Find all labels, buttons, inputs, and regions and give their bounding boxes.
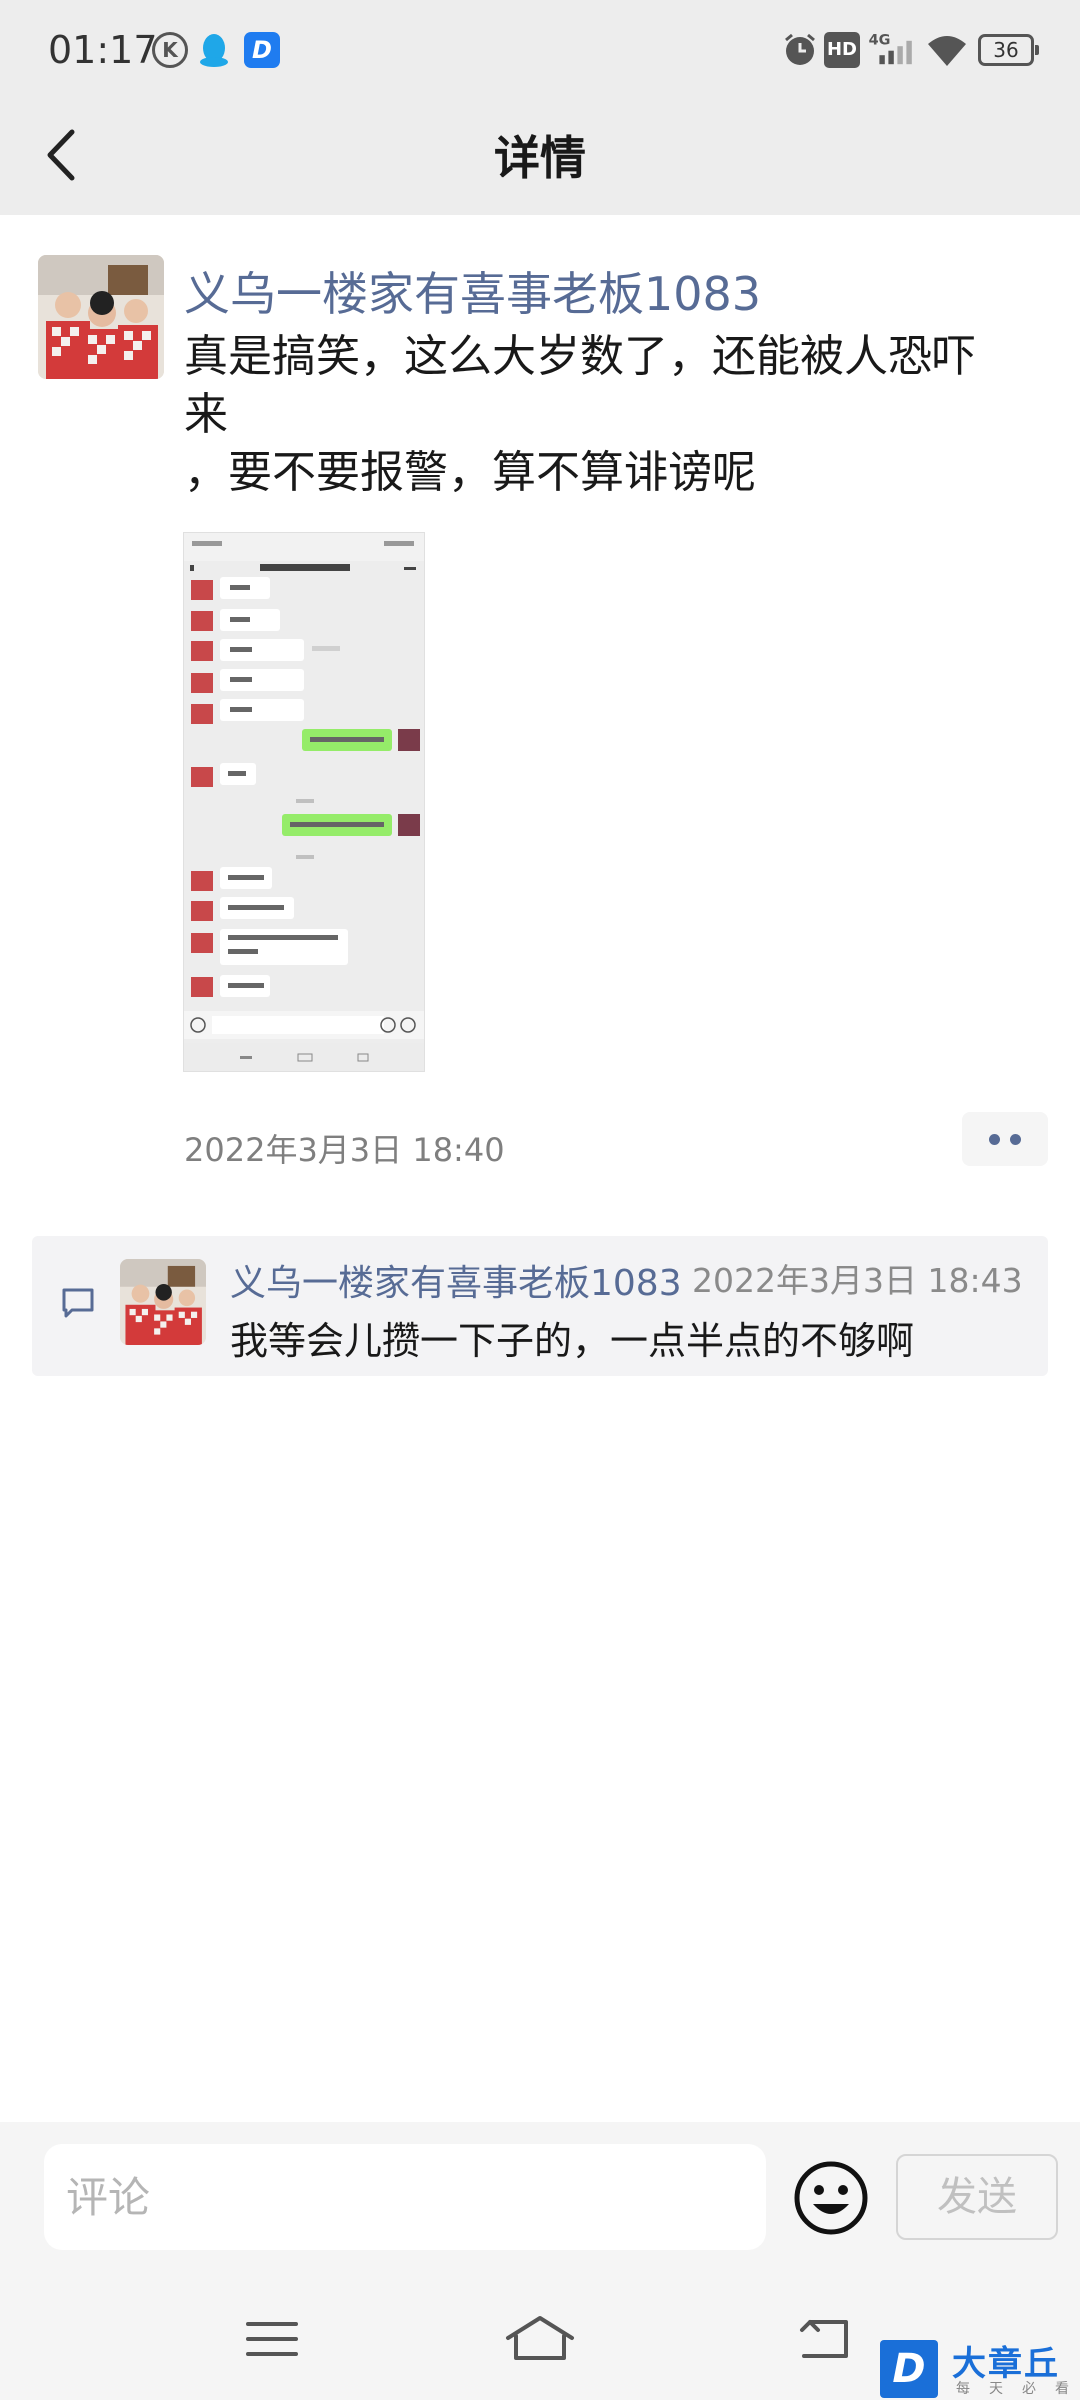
penguin-icon	[200, 34, 228, 67]
cellular-signal-icon: 4G	[869, 32, 912, 65]
send-button[interactable]: 发送	[896, 2154, 1058, 2240]
home-nav-icon[interactable]	[504, 2304, 576, 2374]
watermark-d-logo: D	[880, 2340, 938, 2398]
watermark-logo: D 大章丘 每天必看	[878, 2336, 1080, 2400]
status-bar: 01:17 K D HD 4G 36	[0, 0, 1080, 100]
comment-bubble-icon	[62, 1288, 94, 1318]
comment-section: 义乌一楼家有喜事老板1083 2022年3月3日 18:43 我等会儿攒一下子的…	[32, 1236, 1048, 1376]
battery-icon: 36	[978, 34, 1039, 66]
watermark-slogan: 每天必看	[956, 2381, 1080, 2397]
comment-author-name[interactable]: 义乌一楼家有喜事老板1083	[230, 1254, 682, 1306]
comment-timestamp: 2022年3月3日 18:43	[692, 1261, 1023, 1300]
commenter-avatar[interactable]	[120, 1259, 206, 1345]
author-avatar[interactable]	[38, 255, 164, 379]
k-app-icon: K	[152, 32, 188, 68]
chat-screenshot-thumbnail	[184, 533, 424, 1071]
hd-icon: HD	[824, 32, 860, 68]
post-text: 真是搞笑，这么大岁数了，还能被人恐吓 来 ，要不要报警，算不算诽谤呢	[184, 331, 976, 498]
status-time: 01:17	[48, 28, 158, 72]
post-timestamp: 2022年3月3日 18:40	[184, 1131, 505, 1169]
menu-nav-icon[interactable]	[244, 2304, 300, 2374]
more-dot-icon	[989, 1134, 1000, 1145]
network-type-label: 4G	[869, 32, 891, 48]
alarm-clock-icon	[785, 33, 815, 65]
wifi-icon	[928, 36, 966, 66]
page-title: 详情	[494, 131, 586, 185]
more-actions-button[interactable]	[962, 1112, 1048, 1166]
back-nav-icon[interactable]	[796, 2304, 852, 2374]
comment-text[interactable]: 我等会儿攒一下子的，一点半点的不够啊	[230, 1310, 914, 1365]
attached-screenshot-image[interactable]	[183, 532, 425, 1072]
comment-input[interactable]	[44, 2144, 766, 2250]
avatar-photo	[120, 1259, 206, 1345]
d-app-icon: D	[244, 32, 280, 68]
more-dot-icon	[1010, 1134, 1021, 1145]
avatar-photo	[38, 255, 164, 379]
smiley-face-icon[interactable]	[793, 2160, 869, 2236]
header: 详情	[0, 100, 1080, 215]
post-author-name[interactable]: 义乌一楼家有喜事老板1083	[184, 258, 761, 324]
